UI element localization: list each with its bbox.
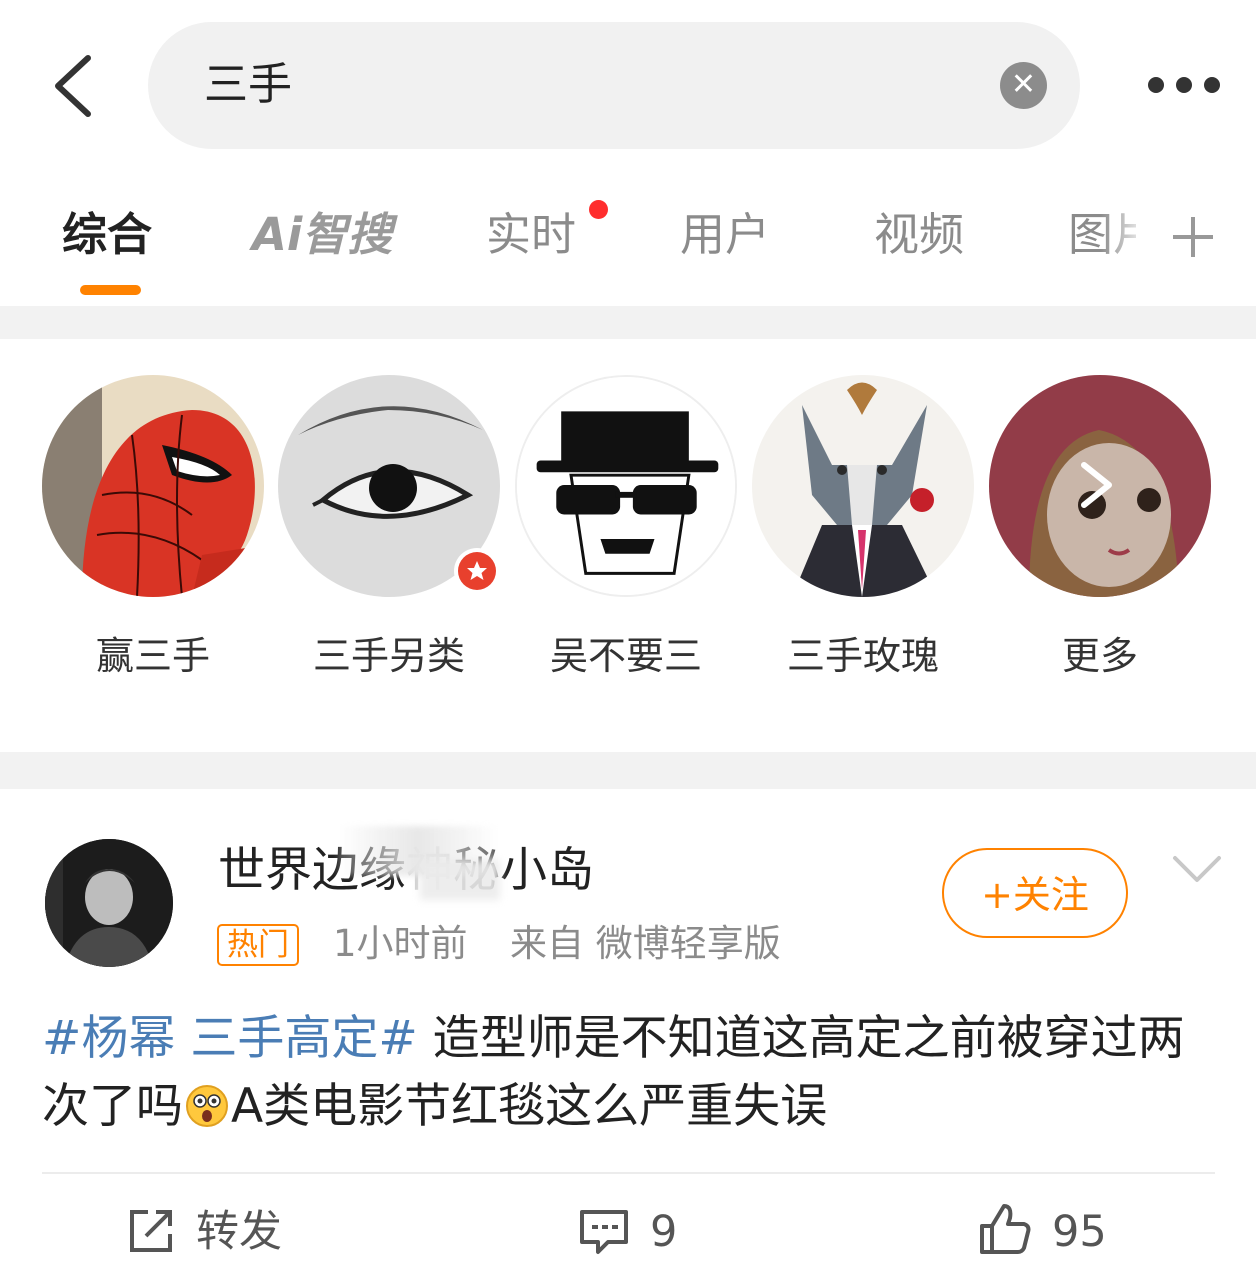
user-card-1[interactable] bbox=[42, 375, 264, 597]
user-card-4[interactable] bbox=[752, 375, 974, 597]
shocked-emoji-icon bbox=[186, 1085, 228, 1127]
like-button[interactable]: 95 bbox=[978, 1200, 1107, 1264]
divider bbox=[42, 1172, 1215, 1174]
section-separator bbox=[0, 752, 1256, 789]
comment-button[interactable]: 9 bbox=[578, 1200, 677, 1264]
thumbs-up-icon bbox=[980, 1204, 1031, 1254]
like-count: 95 bbox=[1052, 1207, 1107, 1257]
post-text-continued: A类电影节红毯这么严重失误 bbox=[231, 1079, 828, 1134]
comment-icon bbox=[580, 1210, 628, 1254]
clear-search-button[interactable]: ✕ bbox=[1000, 62, 1047, 109]
topic-link[interactable]: #杨幂 三手高定# bbox=[42, 1011, 418, 1066]
tab-fade bbox=[1100, 195, 1150, 285]
user-name[interactable]: 三手另类 bbox=[278, 628, 500, 684]
tab-videos[interactable]: 视频 bbox=[874, 205, 964, 265]
user-name[interactable]: 吴不要三 bbox=[515, 628, 737, 684]
user-name[interactable]: 三手玫瑰 bbox=[752, 628, 974, 684]
spiderman-avatar bbox=[42, 375, 264, 597]
ai-label: Ai bbox=[252, 208, 303, 261]
wolf-avatar bbox=[752, 375, 974, 597]
new-content-dot bbox=[589, 200, 608, 219]
repost-button[interactable]: 转发 bbox=[126, 1200, 282, 1264]
tab-realtime[interactable]: 实时 bbox=[486, 205, 576, 265]
active-tab-indicator bbox=[80, 285, 141, 295]
more-users-link[interactable]: 更多 bbox=[989, 628, 1211, 684]
user-card-3[interactable] bbox=[515, 375, 737, 597]
verified-badge-icon bbox=[454, 548, 500, 594]
search-box[interactable]: 三手 ✕ bbox=[148, 22, 1080, 149]
heisenberg-avatar bbox=[515, 375, 737, 597]
tab-ai-search-label: 智搜 bbox=[302, 208, 393, 261]
post-source[interactable]: 来自 微博轻享版 bbox=[510, 918, 781, 970]
post-author-avatar[interactable] bbox=[45, 839, 173, 967]
post-time: 1小时前 bbox=[333, 922, 468, 965]
post-content: #杨幂 三手高定# 造型师是不知道这高定之前被穿过两次了吗 A类电影节红毯这么严… bbox=[42, 1005, 1222, 1141]
chevron-down-icon[interactable] bbox=[1171, 850, 1223, 890]
add-tab-icon[interactable] bbox=[1169, 213, 1217, 261]
repost-label: 转发 bbox=[196, 1207, 282, 1257]
tab-users[interactable]: 用户 bbox=[680, 205, 770, 265]
tab-ai-search[interactable]: Ai智搜 bbox=[252, 205, 392, 265]
user-name[interactable]: 赢三手 bbox=[42, 628, 264, 684]
more-options-icon[interactable] bbox=[1144, 72, 1224, 98]
back-arrow-icon[interactable] bbox=[40, 50, 110, 120]
comment-count: 9 bbox=[650, 1207, 678, 1257]
red-hood-avatar bbox=[989, 375, 1211, 597]
tab-comprehensive[interactable]: 综合 bbox=[62, 205, 152, 265]
share-icon bbox=[130, 1210, 172, 1252]
follow-button[interactable]: +关注 bbox=[942, 848, 1128, 938]
hot-badge: 热门 bbox=[217, 924, 299, 966]
section-separator bbox=[0, 306, 1256, 339]
search-input[interactable]: 三手 bbox=[204, 58, 292, 112]
user-card-more[interactable] bbox=[989, 375, 1211, 597]
blur-overlay bbox=[420, 860, 500, 900]
